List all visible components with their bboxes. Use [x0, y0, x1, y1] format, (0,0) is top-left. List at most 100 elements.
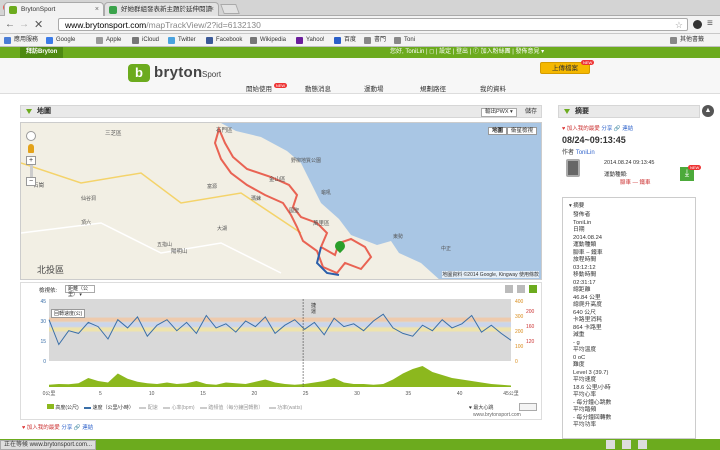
bookmark-shumen[interactable]: 書門 — [364, 36, 386, 45]
elevation-speed-chart[interactable]: 0公里 5 10 15 20 25 30 35 40 45公里453015040030020010… — [21, 283, 543, 421]
nav-getting-started[interactable]: 開始使用 NEW — [246, 83, 288, 93]
legend-pace[interactable]: 配速 — [139, 405, 158, 411]
bookmark-toni[interactable]: Toni — [394, 36, 415, 45]
summary-detail-line: 總爬升高度 — [573, 302, 602, 308]
zoom-controls: + − — [26, 131, 36, 186]
close-tab-icon[interactable]: × — [210, 3, 214, 16]
new-tab-button[interactable] — [220, 4, 240, 14]
other-bookmarks[interactable]: 其他書籤 — [670, 36, 704, 45]
zoom-out-button[interactable]: − — [26, 177, 36, 186]
tab-brytonsport[interactable]: BrytonSport × — [4, 2, 104, 16]
bookmark-baidu[interactable]: 百度 — [334, 36, 356, 45]
footer-icon[interactable] — [606, 440, 615, 449]
collapse-triangle-icon[interactable] — [26, 109, 32, 114]
record-date: 2014.08.24 09:13:45 — [604, 160, 655, 166]
baidu-icon — [334, 37, 341, 44]
permalink[interactable]: 連結 — [622, 126, 633, 132]
footer-icon[interactable] — [622, 440, 631, 449]
summary-panel-header[interactable]: 摘要 — [558, 105, 700, 118]
upload-new-badge: NEW — [581, 60, 595, 65]
legend-speed[interactable]: 速度（公里/小時） — [84, 405, 134, 411]
forward-icon[interactable]: → — [19, 19, 29, 31]
nav-plan-route[interactable]: 規劃路徑 — [420, 83, 446, 93]
add-favorite-link[interactable]: 加入我的最愛 — [567, 126, 600, 132]
zoom-in-button[interactable]: + — [26, 156, 36, 165]
collapse-triangle-icon[interactable] — [564, 109, 570, 114]
max-hr-toggle[interactable]: ♥ 最大心跳 — [469, 404, 493, 411]
pegman-icon[interactable] — [28, 144, 34, 153]
link-icon: 🔗 — [73, 425, 81, 431]
summary-detail-line: 02:31:17 — [573, 279, 596, 286]
wikipedia-icon — [250, 37, 257, 44]
place-label: 仙谷洞 — [81, 196, 97, 202]
share-link[interactable]: 分享 — [61, 425, 72, 431]
bookmark-google[interactable]: Google — [46, 36, 75, 45]
zoom-slider[interactable] — [29, 165, 33, 177]
bryton-logo-icon[interactable]: b — [128, 64, 150, 82]
summary-panel: ♥ 加入我的最愛 分享 🔗 連結 08/24~09:13:45 作者 ToniL… — [558, 119, 702, 439]
tab-group-post[interactable]: 好她群組發表新主題於延伸閱讀 × — [104, 2, 219, 16]
export-select-value: 輸出PWX — [485, 109, 509, 115]
footer-icon[interactable] — [638, 440, 647, 449]
summary-detail-line: 旅程時間 — [573, 257, 597, 263]
close-tab-icon[interactable]: × — [95, 3, 99, 16]
map-attribution: 地圖資料 ©2014 Google, Kingway 使用條款 — [442, 271, 539, 278]
export-select[interactable]: 輸出PWX ▾ — [481, 108, 517, 117]
summary-detail-line: 平均溫度 — [573, 347, 597, 353]
bookmark-apple[interactable]: Apple — [96, 36, 121, 45]
permalink[interactable]: 連結 — [82, 425, 93, 431]
nav-news[interactable]: 動態消息 — [305, 83, 331, 93]
place-label: 三芝區 — [105, 131, 122, 137]
profile-chart-panel: 檢視依: 距離（公里） ▾ 0公里 5 10 15 20 25 30 35 40 45公里 45 30… — [20, 282, 542, 420]
author-link[interactable]: ToniLin — [576, 150, 595, 156]
nav-arena[interactable]: 運動場 — [364, 83, 384, 93]
sport-type-value: 腳車 — 鐵車 — [620, 180, 651, 186]
place-label: 萬里區 — [313, 221, 330, 227]
route-map[interactable]: 三芝區 石門區 金山區 萬里區 野柳地質公園 石崗 陽明山 龜吼 瑪鍊 國聖 富… — [20, 122, 542, 280]
place-label: 野柳地質公園 — [291, 158, 322, 164]
bryton-logo-text[interactable]: bryton — [154, 64, 202, 81]
bookmark-yahoo[interactable]: Yahoo! — [296, 36, 325, 45]
legend-heart-rate[interactable]: 心率(bpm) — [163, 405, 195, 411]
collapse-icon[interactable]: ▾ — [569, 203, 572, 209]
menu-icon[interactable]: ≡ — [707, 18, 713, 29]
legend-cadence[interactable]: 踏頻值（每分鐘回轉數） — [199, 405, 263, 411]
visit-bryton-link[interactable]: 拜訪Bryton — [20, 47, 64, 58]
zone-band — [49, 322, 511, 327]
toggle-button[interactable] — [519, 403, 537, 411]
bookmark-icloud[interactable]: iCloud — [132, 36, 159, 45]
folder-icon — [364, 37, 371, 44]
nav-my-data[interactable]: 我的資料 — [480, 83, 506, 93]
legend-power[interactable]: 功率(watts) — [268, 405, 302, 411]
y-tick-label: 0 — [43, 359, 46, 365]
bookmark-wikipedia[interactable]: Wikipedia — [250, 36, 286, 45]
details-title: 摘要 — [573, 203, 585, 209]
x-tick-label: 20 — [252, 391, 258, 397]
bookmark-twitter[interactable]: Twitter — [168, 36, 196, 45]
summary-detail-line: 總距離 — [573, 287, 591, 293]
scroll-up-icon[interactable]: ▲ — [702, 105, 714, 117]
save-button[interactable]: 儲存 — [525, 106, 537, 118]
add-favorite-link[interactable]: 加入我的最愛 — [27, 425, 60, 431]
pan-control-icon[interactable] — [26, 131, 36, 141]
map-panel-header[interactable]: 地圖 輸出PWX ▾ 儲存 — [20, 105, 542, 118]
place-label: 五指山 — [157, 242, 173, 248]
x-tick-label: 30 — [354, 391, 360, 397]
summary-detail-line: 腳車 – 鐵車 — [573, 249, 603, 256]
bookmark-star-icon[interactable]: ☆ — [675, 19, 683, 31]
bookmark-label: Google — [56, 37, 76, 43]
share-link[interactable]: 分享 — [601, 126, 612, 132]
details-header[interactable]: ▾ 摘要 — [563, 198, 695, 209]
bookmark-facebook[interactable]: Facebook — [206, 36, 242, 45]
url-input[interactable]: www.brytonsport.com/mapTrackView/2?id=61… — [58, 18, 688, 31]
legend-altitude[interactable]: 高度(公尺) — [47, 404, 79, 411]
bookmark-apps[interactable]: 應用服務 — [4, 36, 38, 45]
extension-icon[interactable] — [693, 20, 702, 29]
map-tab[interactable]: 地圖 — [488, 127, 508, 135]
user-links[interactable]: 您好, ToniLin | ◻ | 設定 | 登出 | ⓕ 加入粉絲團 | 發佈… — [390, 47, 544, 58]
x-tick-label: 10 — [149, 391, 155, 397]
satellite-tab[interactable]: 衛星檢視 — [507, 127, 538, 135]
back-icon[interactable]: ← — [5, 19, 15, 31]
bookmark-label: iCloud — [142, 37, 160, 43]
stop-icon[interactable]: ✕ — [34, 19, 43, 31]
